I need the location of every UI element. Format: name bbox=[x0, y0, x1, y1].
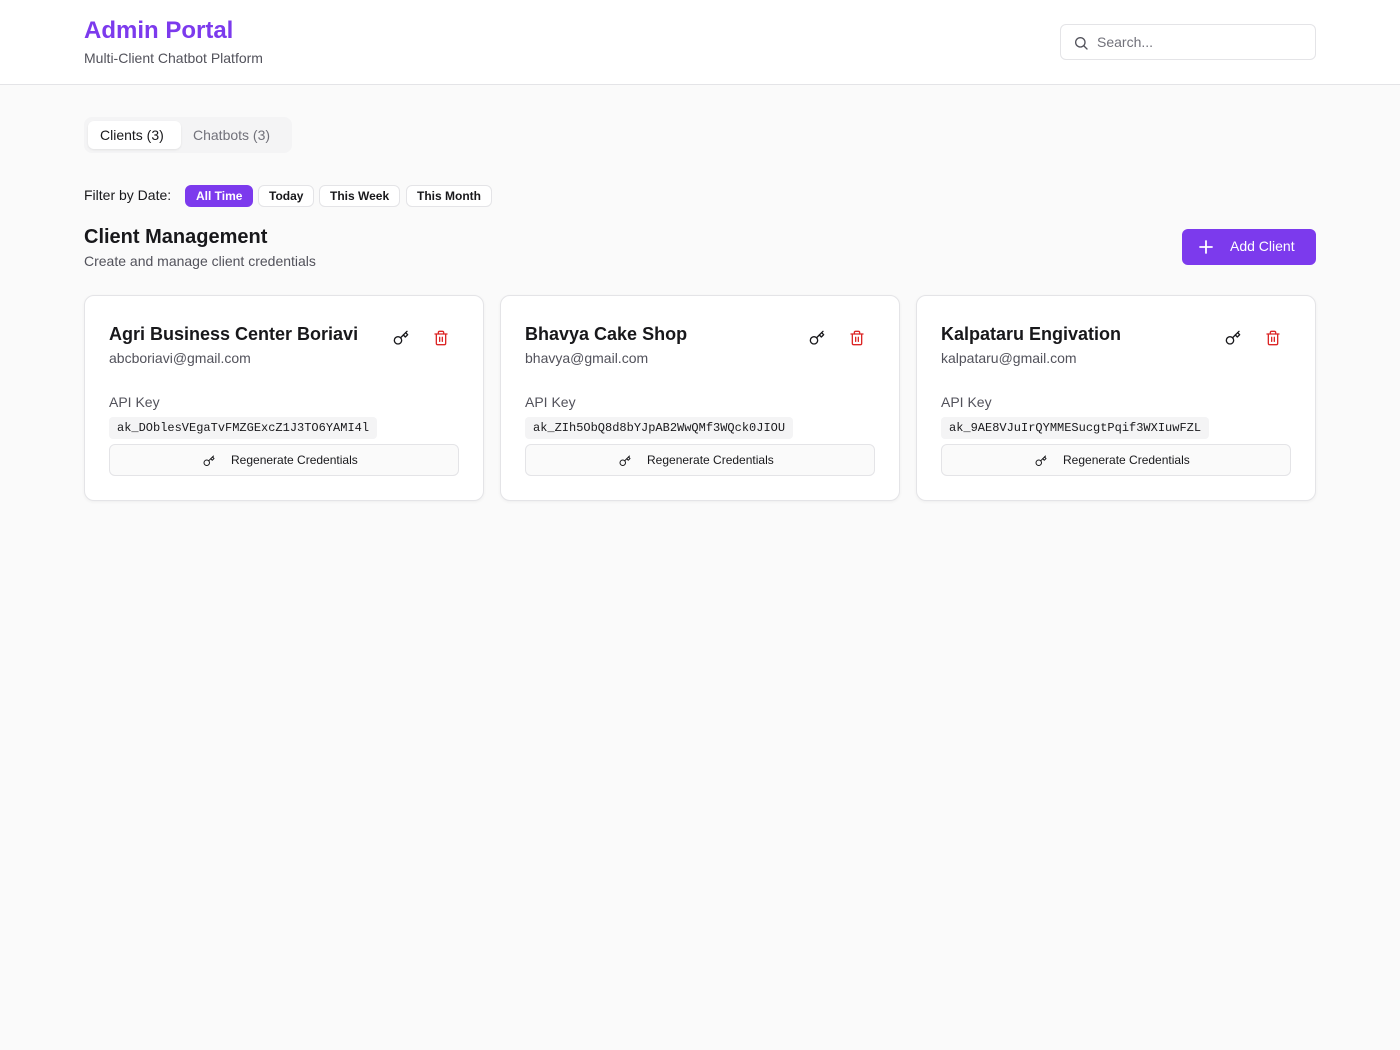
client-card: Agri Business Center Boriavi abcboriavi@… bbox=[84, 295, 484, 501]
regenerate-credentials-button[interactable]: Regenerate Credentials bbox=[941, 444, 1291, 476]
trash-icon bbox=[434, 330, 448, 346]
trash-icon bbox=[1266, 330, 1280, 346]
filter-this-week-button[interactable]: This Week bbox=[319, 185, 401, 207]
app-title: Admin Portal bbox=[84, 17, 234, 44]
client-email: bhavya@gmail.com bbox=[525, 350, 649, 366]
key-icon bbox=[619, 455, 631, 466]
client-email: abcboriavi@gmail.com bbox=[109, 350, 251, 366]
regenerate-credentials-button[interactable]: Regenerate Credentials bbox=[109, 444, 459, 476]
add-client-label: Add Client bbox=[1230, 238, 1295, 254]
key-icon bbox=[203, 455, 215, 466]
regenerate-label: Regenerate Credentials bbox=[231, 453, 358, 467]
search-icon bbox=[1075, 37, 1088, 50]
filter-all-time-button[interactable]: All Time bbox=[185, 185, 254, 207]
api-key-value: ak_DOblesVEgaTvFMZGExcZ1J3TO6YAMI4l bbox=[109, 417, 378, 439]
key-icon bbox=[393, 330, 409, 345]
filter-this-month-button[interactable]: This Month bbox=[406, 185, 492, 207]
regenerate-label: Regenerate Credentials bbox=[1063, 453, 1190, 467]
view-credentials-button[interactable] bbox=[805, 326, 829, 350]
tab-clients[interactable]: Clients (3) bbox=[88, 121, 181, 149]
client-name: Kalpataru Engivation bbox=[941, 324, 1122, 344]
search-input[interactable] bbox=[1097, 25, 1307, 59]
add-client-button[interactable]: Add Client bbox=[1182, 229, 1316, 265]
tab-chatbots[interactable]: Chatbots (3) bbox=[181, 121, 282, 149]
delete-client-button[interactable] bbox=[1261, 326, 1285, 350]
regenerate-label: Regenerate Credentials bbox=[647, 453, 774, 467]
delete-client-button[interactable] bbox=[845, 326, 869, 350]
app-subtitle: Multi-Client Chatbot Platform bbox=[84, 50, 263, 66]
api-key-value: ak_ZIh5ObQ8d8bYJpAB2WwQMf3WQck0JIOU bbox=[525, 417, 794, 439]
section-title: Client Management bbox=[84, 226, 268, 248]
filter-today-button[interactable]: Today bbox=[258, 185, 315, 207]
plus-icon bbox=[1199, 240, 1213, 254]
key-icon bbox=[1035, 455, 1047, 466]
client-email: kalpataru@gmail.com bbox=[941, 350, 1077, 366]
api-key-label: API Key bbox=[109, 394, 160, 410]
delete-client-button[interactable] bbox=[429, 326, 453, 350]
key-icon bbox=[809, 330, 825, 345]
app-header: Admin Portal Multi-Client Chatbot Platfo… bbox=[0, 0, 1400, 85]
section-subtitle: Create and manage client credentials bbox=[84, 253, 316, 269]
view-credentials-button[interactable] bbox=[389, 326, 413, 350]
regenerate-credentials-button[interactable]: Regenerate Credentials bbox=[525, 444, 875, 476]
view-credentials-button[interactable] bbox=[1221, 326, 1245, 350]
filter-label: Filter by Date: bbox=[84, 187, 172, 203]
client-card: Bhavya Cake Shop bhavya@gmail.com API Ke… bbox=[500, 295, 900, 501]
api-key-value: ak_9AE8VJuIrQYMMESucgtPqif3WXIuwFZL bbox=[941, 417, 1210, 439]
api-key-label: API Key bbox=[525, 394, 576, 410]
key-icon bbox=[1225, 330, 1241, 345]
api-key-label: API Key bbox=[941, 394, 992, 410]
search-box[interactable] bbox=[1060, 24, 1316, 60]
client-name: Bhavya Cake Shop bbox=[525, 324, 688, 344]
client-name: Agri Business Center Boriavi bbox=[109, 324, 359, 344]
client-card: Kalpataru Engivation kalpataru@gmail.com… bbox=[916, 295, 1316, 501]
tab-list: Clients (3) Chatbots (3) bbox=[84, 117, 292, 153]
trash-icon bbox=[850, 330, 864, 346]
